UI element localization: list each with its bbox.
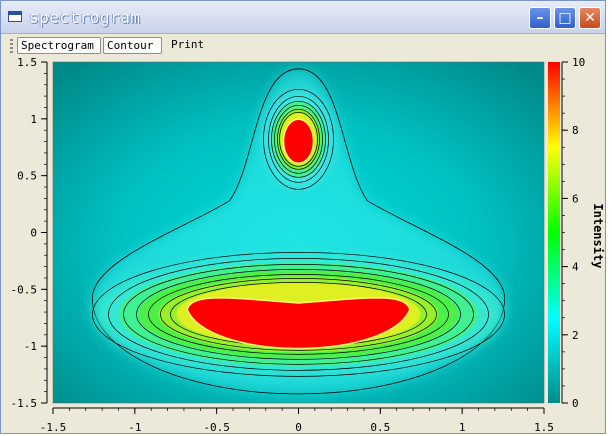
close-button[interactable]: ✕ — [579, 7, 601, 29]
y-tick-label: -1.5 — [11, 397, 38, 410]
y-tick-label: 1.5 — [17, 57, 37, 69]
contour-toggle-button[interactable]: Contour — [103, 37, 162, 54]
upper-peak-region — [282, 118, 315, 165]
colorbar — [548, 62, 560, 403]
colorbar-tick-label: 4 — [572, 261, 579, 274]
colorbar-tick-label: 6 — [572, 192, 579, 205]
spectrogram-plot: 1.5 1 0.5 0 -0.5 -1 -1.5-1.5 -1 -0.5 0 0.5 1 1.5 10 8 6… — [11, 57, 606, 434]
x-tick-label: -1.5 — [40, 421, 67, 434]
x-tick-label: 0 — [295, 421, 302, 434]
x-tick-label: 1 — [459, 421, 466, 434]
y-tick-label: -0.5 — [11, 283, 38, 296]
x-tick-label: 1.5 — [534, 421, 554, 434]
maximize-icon: □ — [558, 10, 572, 26]
y-tick-label: 0.5 — [17, 170, 37, 183]
spectrogram-toggle-button[interactable]: Spectrogram — [17, 37, 101, 54]
toolbar: Spectrogram Contour Print — [1, 35, 605, 57]
colorbar-tick-label: 10 — [572, 57, 585, 69]
print-button[interactable]: Print — [168, 37, 207, 54]
minimize-button[interactable]: – — [529, 7, 551, 29]
colorbar-tick-label: 8 — [572, 124, 579, 137]
window-title: spectrogram — [29, 8, 141, 27]
y-tick-label: -1 — [24, 340, 37, 353]
colorbar-label: Intensity — [591, 203, 605, 268]
toolbar-grip-icon[interactable] — [10, 39, 13, 53]
minimize-icon: – — [536, 10, 544, 26]
x-tick-label: 0.5 — [370, 421, 390, 434]
window-app-icon — [8, 11, 22, 22]
y-tick-label: 1 — [30, 113, 37, 126]
application-window: spectrogram – □ ✕ Spectrogram Contour Pr… — [0, 0, 606, 434]
close-icon: ✕ — [584, 10, 596, 26]
x-tick-label: -0.5 — [203, 421, 230, 434]
colorbar-tick-label: 2 — [572, 329, 579, 342]
x-tick-label: -1 — [128, 421, 141, 434]
title-bar[interactable]: spectrogram – □ ✕ — [1, 1, 605, 34]
colorbar-tick-label: 0 — [572, 397, 579, 410]
maximize-button[interactable]: □ — [554, 7, 576, 29]
y-tick-label: 0 — [30, 227, 37, 240]
